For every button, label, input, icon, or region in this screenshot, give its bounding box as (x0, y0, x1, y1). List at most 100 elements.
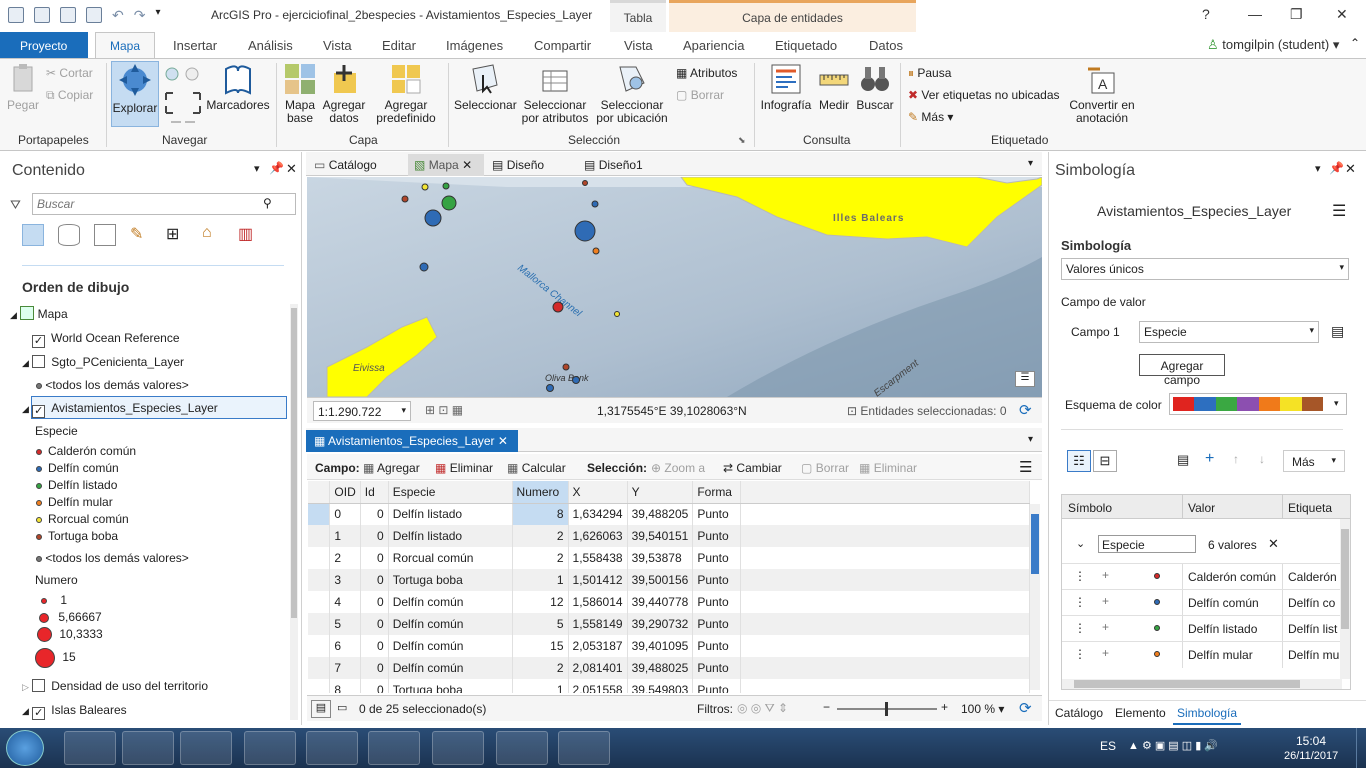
contents-scrollbar[interactable] (290, 304, 298, 720)
zoom-in-icon[interactable]: + (941, 700, 948, 714)
table-cell[interactable]: 0 (360, 613, 389, 635)
table-cell[interactable]: Punto (692, 547, 742, 569)
table-cell[interactable]: 39,290732 (627, 613, 694, 635)
add-subclass-icon[interactable]: + (1102, 620, 1109, 634)
table-row[interactable]: 6 0 Delfín común 15 2,053187 39,401095 Punto (308, 635, 1030, 657)
histogram-view-icon[interactable]: ⊟ (1093, 450, 1117, 472)
collapse-icon[interactable]: ◢ (22, 358, 29, 368)
row-header-corner[interactable] (308, 481, 331, 504)
class-label[interactable]: Delfín list (1288, 622, 1340, 636)
show-selected-icon[interactable]: ▭ (337, 701, 347, 714)
table-cell[interactable]: 39,549803 (627, 679, 694, 693)
tab-diseno[interactable]: ▤ Diseño (492, 158, 544, 172)
nav-tools[interactable] (163, 65, 203, 128)
table-cell[interactable]: Punto (692, 635, 742, 657)
zoom-slider-thumb[interactable] (885, 702, 888, 716)
dialog-launcher-icon[interactable]: ⬊ (738, 135, 746, 146)
table-cell[interactable]: Punto (692, 657, 742, 679)
tray-icons[interactable]: ▲ ⚙ ▣ ▤ ◫ ▮ 🔊 (1128, 739, 1218, 752)
minimize-icon[interactable]: — (1248, 6, 1262, 22)
borrar-button[interactable]: ▢ Borrar (801, 461, 849, 475)
table-cell[interactable]: Delfín listado (388, 525, 513, 547)
table-row[interactable]: 7 0 Delfín común 2 2,081401 39,488025 Punto (308, 657, 1030, 679)
table-cell[interactable]: 0 (360, 569, 389, 591)
tab-insertar[interactable]: Insertar (173, 38, 217, 53)
drag-handle-icon[interactable]: ⋮ (1074, 595, 1086, 609)
table-row[interactable]: 3 0 Tortuga boba 1 1,501412 39,500156 Punto (308, 569, 1030, 591)
search-icon[interactable]: ⚲ (263, 196, 272, 210)
point-delfin-comun[interactable] (591, 200, 599, 208)
table-cell[interactable]: Delfín listado (388, 503, 513, 525)
color-scheme-select[interactable]: ▾ (1169, 393, 1347, 415)
scrollbar-thumb[interactable] (1031, 514, 1039, 574)
snapping-icon[interactable]: ⊞ (166, 224, 188, 246)
contents-search[interactable]: ⚲ (32, 193, 296, 215)
calcular-button[interactable]: ▦ Calcular (507, 461, 566, 475)
marcadores-button[interactable]: Marcadores (206, 63, 270, 112)
table-cell[interactable]: Punto (692, 679, 742, 693)
table-cell[interactable]: 1,634294 (568, 503, 628, 525)
refresh-table-icon[interactable]: ⟳ (1019, 699, 1032, 717)
tabs-overflow-icon[interactable]: ▾ (1028, 158, 1033, 169)
tab-catalogo[interactable]: ▭ Catálogo (314, 158, 377, 172)
add-subclass-icon[interactable]: + (1102, 594, 1109, 608)
table-cell[interactable]: 0 (360, 679, 389, 693)
media-player-icon[interactable] (180, 731, 232, 765)
ver-etiquetas-button[interactable]: ✖ Ver etiquetas no ubicadas (908, 89, 1060, 102)
column-header-numero[interactable]: Numero (512, 481, 569, 504)
table-cell[interactable]: 39,488205 (627, 503, 694, 525)
table-row[interactable]: 2 0 Rorcual común 2 1,558438 39,53878 Punto (308, 547, 1030, 569)
seleccionar-atributos-button[interactable]: Seleccionar por atributos (518, 63, 592, 125)
tab-proyecto[interactable]: Proyecto (0, 32, 88, 58)
remove-group-icon[interactable]: ✕ (1268, 536, 1279, 552)
selection-icon[interactable] (94, 224, 116, 246)
column-header-especie[interactable]: Especie (388, 481, 513, 504)
layer-checkbox[interactable] (32, 355, 46, 368)
point-delfin-comun[interactable] (574, 220, 596, 242)
table-cell[interactable]: Tortuga boba (388, 569, 513, 591)
add-value-icon[interactable]: + (1205, 450, 1214, 468)
chrome-icon[interactable] (306, 731, 358, 765)
table-cell[interactable]: 0 (360, 635, 389, 657)
close-pane-icon[interactable]: ✕ (286, 161, 297, 177)
table-cell[interactable]: 39,440778 (627, 591, 694, 613)
tab-vista-tabla[interactable]: Vista (624, 38, 653, 53)
class-row[interactable]: ⋮ + Delfín común Delfín co (1062, 589, 1340, 616)
table-cell[interactable]: 2,051558 (568, 679, 628, 693)
internet-explorer-icon[interactable] (64, 731, 116, 765)
tab-apariencia[interactable]: Apariencia (683, 38, 744, 53)
agregar-datos-button[interactable]: Agregar datos (320, 63, 368, 125)
grid-tools-icon[interactable]: ⊞ ⊡ ▦ (425, 403, 463, 417)
sql-expression-icon[interactable]: ▤ (1331, 323, 1344, 340)
close-icon[interactable]: ✕ (1336, 6, 1348, 23)
medir-button[interactable]: Medir (816, 63, 852, 112)
data-source-icon[interactable] (58, 224, 80, 246)
convertir-anotacion-button[interactable]: A Convertir en anotación (1066, 63, 1138, 125)
mas-dropdown[interactable]: Más ▾ (1283, 450, 1345, 472)
point-rorcual[interactable] (421, 183, 429, 191)
table-cell[interactable]: 4 (329, 591, 361, 613)
row-selector[interactable] (308, 503, 331, 525)
new-project-icon[interactable] (8, 7, 24, 23)
table-cell[interactable]: 3 (329, 569, 361, 591)
table-cell[interactable]: Punto (692, 503, 742, 525)
row-selector[interactable] (308, 657, 331, 679)
word-icon[interactable] (368, 731, 420, 765)
map-notes-icon[interactable]: ☰ (1015, 371, 1035, 387)
tab-vista[interactable]: Vista (323, 38, 352, 53)
table-row[interactable]: 5 0 Delfín común 5 1,558149 39,290732 Punto (308, 613, 1030, 635)
start-button[interactable] (6, 730, 44, 766)
table-cell[interactable]: 1 (329, 525, 361, 547)
tab-attribute-table[interactable]: ▦ Avistamientos_Especies_Layer ✕ (306, 430, 518, 452)
table-row[interactable]: 4 0 Delfín común 12 1,586014 39,440778 Punto (308, 591, 1030, 613)
table-cell[interactable]: 0 (360, 503, 389, 525)
point-tortuga[interactable] (401, 195, 409, 203)
class-row[interactable]: ⋮ + Delfín mular Delfín mu (1062, 641, 1340, 668)
table-cell[interactable]: 39,53878 (627, 547, 694, 569)
pin-icon[interactable]: 📌 (1329, 161, 1344, 175)
scale-selector[interactable]: 1:1.290.722 ▾ (313, 401, 411, 421)
save-icon[interactable] (60, 7, 76, 23)
group-collapse-icon[interactable]: ⌄ (1076, 537, 1085, 550)
layer-avistamientos[interactable]: ◢ ✓ Avistamientos_Especies_Layer (22, 401, 218, 418)
row-selector[interactable] (308, 525, 331, 547)
